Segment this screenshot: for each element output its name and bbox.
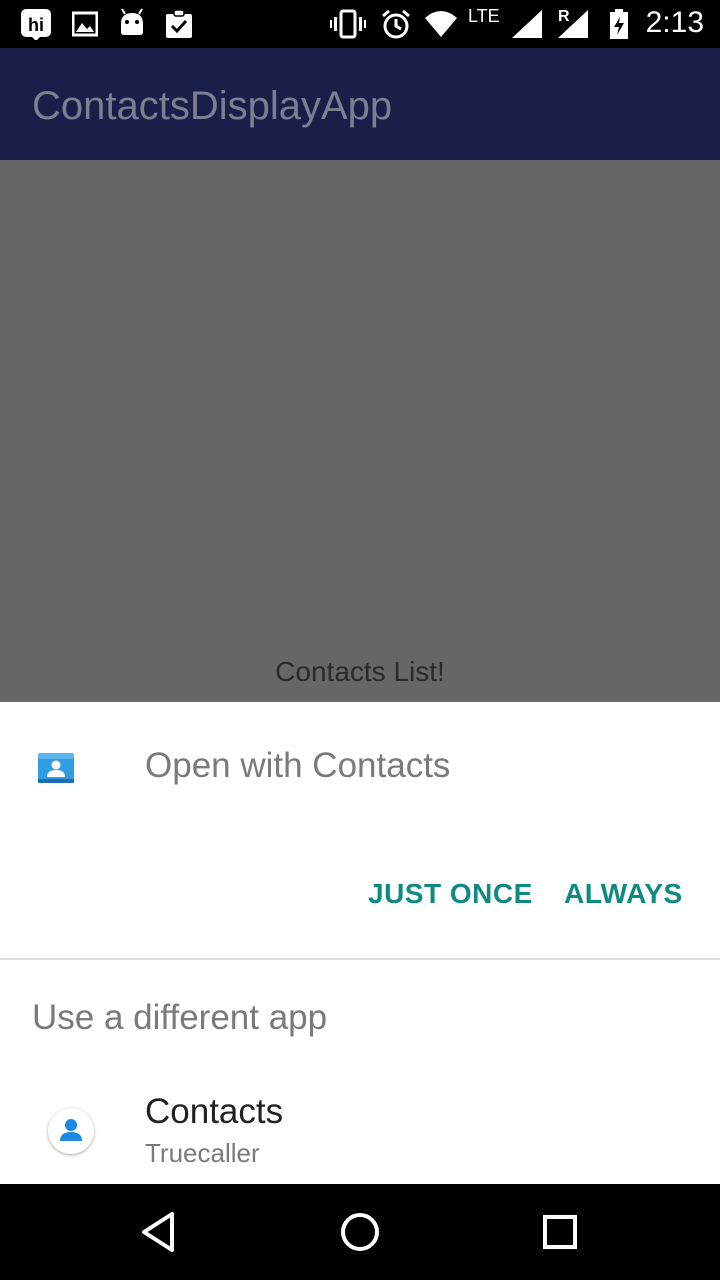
- clock-time: 2:13: [645, 6, 704, 39]
- app-subtitle: Truecaller: [145, 1138, 260, 1168]
- network-type-label: LTE: [468, 6, 500, 26]
- app-title: ContactsDisplayApp: [32, 84, 393, 128]
- vibrate-icon: [330, 9, 366, 39]
- android-icon: [121, 8, 143, 35]
- recents-icon[interactable]: [536, 1208, 584, 1256]
- status-bar: hi LTE R 2:13: [0, 0, 720, 48]
- hi-app-icon: hi: [21, 9, 51, 40]
- app-name: Contacts: [145, 1092, 284, 1131]
- wifi-icon: [425, 11, 457, 37]
- app-chooser-sheet: Open with Contacts JUST ONCE ALWAYS Use …: [0, 702, 720, 1184]
- always-button[interactable]: ALWAYS: [564, 878, 683, 910]
- signal-roaming-icon: [558, 10, 588, 38]
- image-icon: [72, 11, 98, 37]
- back-icon[interactable]: [136, 1208, 184, 1256]
- open-with-label: Open with Contacts: [145, 746, 451, 785]
- contacts-list-text: Contacts List!: [275, 656, 445, 687]
- use-different-app-heading: Use a different app: [32, 998, 328, 1037]
- truecaller-contacts-icon: [48, 1108, 94, 1154]
- clipboard-check-icon: [166, 9, 192, 38]
- just-once-button[interactable]: JUST ONCE: [368, 878, 533, 910]
- signal-icon: [512, 10, 542, 38]
- divider: [0, 958, 720, 960]
- alarm-icon: [382, 9, 410, 39]
- home-icon[interactable]: [336, 1208, 384, 1256]
- open-with-row: Open with Contacts: [0, 702, 720, 834]
- app-bar: ContactsDisplayApp: [0, 48, 720, 160]
- battery-icon: [610, 9, 628, 39]
- contacts-app-icon: [38, 753, 74, 783]
- svg-text:hi: hi: [28, 15, 44, 35]
- main-content-scrim[interactable]: Contacts List!: [0, 160, 720, 702]
- navigation-bar: [0, 1184, 720, 1280]
- app-list-item-contacts[interactable]: Contacts Truecaller: [0, 1082, 720, 1184]
